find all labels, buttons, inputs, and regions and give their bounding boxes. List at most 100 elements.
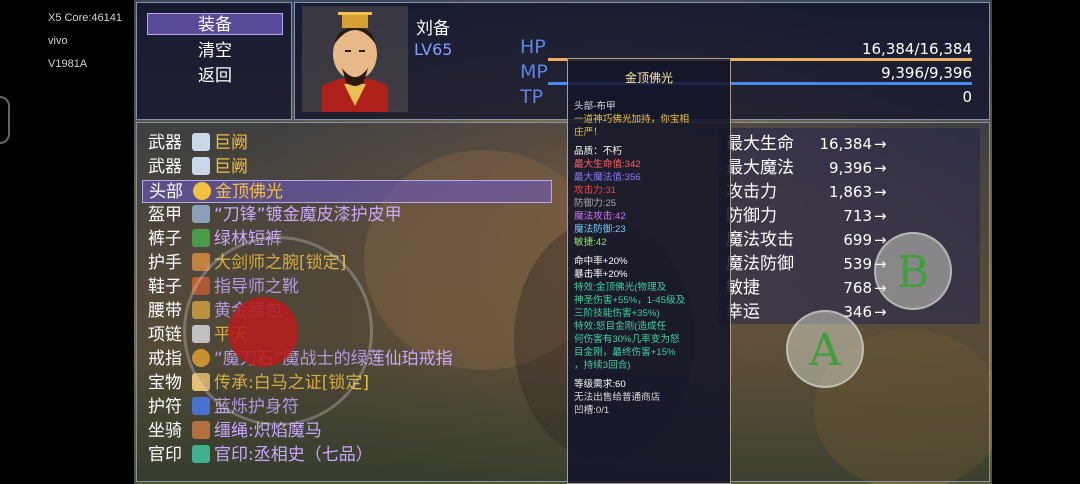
mp-label: MP	[520, 61, 548, 83]
attribute-label: 攻击力	[726, 182, 777, 202]
attribute-value: 768	[843, 279, 872, 297]
mp-value: 9,396/9,396	[881, 64, 972, 82]
tooltip-line: 防御力:25	[574, 198, 617, 209]
equipment-item-name: 金顶佛光	[215, 182, 283, 202]
equipment-slot-label: 头部	[149, 182, 183, 202]
equipment-row[interactable]: 盔甲 “刀锋”镀金魔皮漆护皮甲	[148, 204, 402, 227]
equipment-item-name: 巨阙	[214, 133, 248, 153]
arrow-right-icon: →	[874, 207, 887, 225]
attribute-value: 713	[843, 207, 872, 225]
equipment-item-name: 巨阙	[214, 157, 248, 177]
equipment-row[interactable]: 头部 金顶佛光	[142, 180, 552, 203]
joystick-knob[interactable]	[228, 297, 298, 367]
equipment-slot-label: 宝物	[148, 373, 182, 393]
tooltip-line: 敏捷:42	[574, 237, 607, 248]
tooltip-line: 魔法攻击:42	[574, 211, 626, 222]
clear-button[interactable]: 清空	[147, 40, 283, 62]
attribute-label: 魔法攻击	[726, 230, 794, 250]
tooltip-line: 品质：不朽	[574, 146, 622, 157]
arrow-right-icon: →	[874, 159, 887, 177]
tooltip-line: 何伤害有30%几率变为怒	[574, 334, 680, 345]
equipment-slot-label: 护符	[148, 397, 182, 417]
tooltip-line: 最大魔法值:356	[574, 172, 641, 183]
attribute-row: 防御力 713 →	[726, 205, 982, 227]
tooltip-title: 金顶佛光	[624, 71, 673, 85]
tp-label: TP	[520, 86, 544, 108]
equipment-item-name: “刀锋”镀金魔皮漆护皮甲	[214, 205, 402, 225]
game-screen: 装备 清空 返回 刘备 LV65 HP 16,384/16,384 MP 9,3…	[134, 0, 992, 484]
overlay-line: X5 Core:46141	[48, 12, 122, 24]
attribute-label: 幸运	[726, 302, 760, 322]
attribute-label: 最大生命	[726, 134, 794, 154]
tooltip-line: 庄严！	[574, 127, 603, 138]
side-handle[interactable]	[0, 96, 10, 144]
tooltip-line: 三阶技能伤害+35%)	[574, 308, 660, 319]
equipment-slot-label: 裤子	[148, 229, 182, 249]
armor-icon	[192, 205, 210, 223]
tooltip-line: 头部-布甲	[574, 101, 616, 112]
pants-icon	[192, 229, 210, 247]
virtual-joystick[interactable]	[183, 236, 373, 426]
equipment-row[interactable]: 武器 巨阙	[148, 156, 248, 179]
sword-icon	[192, 157, 210, 175]
tooltip-body: 头部-布甲一道神巧佛光加持，你宝相 庄严！ 品质：不朽最大生命值:342 最大魔法值:…	[574, 100, 724, 417]
arrow-right-icon: →	[874, 303, 887, 321]
tooltip-line: 魔法防御:23	[574, 224, 626, 235]
hp-label: HP	[520, 36, 546, 58]
rein-icon	[192, 421, 210, 439]
attribute-value: 539	[843, 255, 872, 273]
equipment-slot-label: 官印	[148, 445, 182, 465]
equipment-row[interactable]: 官印 官印:丞相史（七品）	[148, 444, 373, 467]
tooltip-line: ，持续3回合)	[574, 360, 631, 371]
tooltip-line: 最大生命值:342	[574, 159, 641, 170]
tooltip-line: 神圣伤害+55%，1-45级及	[574, 295, 686, 306]
equipment-slot-label: 戒指	[148, 349, 182, 369]
tooltip-line: 目金刚，最终伤害+15%	[574, 347, 676, 358]
equip-button[interactable]: 装备	[147, 13, 283, 35]
tooltip-line: 凹槽:0/1	[574, 405, 610, 416]
hp-value: 16,384/16,384	[861, 40, 972, 58]
attribute-value: 9,396	[829, 159, 872, 177]
tooltip-line: 特效:怒目金刚(造成任	[574, 321, 667, 332]
attribute-value: 699	[843, 231, 872, 249]
tooltip-line: 一道神巧佛光加持，你宝相	[574, 114, 690, 125]
tp-value: 0	[962, 88, 972, 106]
tooltip-line: 等级需求:60	[574, 379, 626, 390]
attribute-row: 最大生命 16,384 →	[726, 133, 982, 155]
amulet-icon	[192, 397, 210, 415]
seal-icon	[192, 445, 210, 463]
overlay-line: V1981A	[48, 58, 88, 70]
attribute-label: 防御力	[726, 206, 777, 226]
tooltip-line: 特效:金顶佛光(物理及	[574, 282, 667, 293]
attribute-label: 敏捷	[726, 278, 760, 298]
back-button[interactable]: 返回	[147, 65, 283, 87]
arrow-right-icon: →	[874, 135, 887, 153]
character-portrait	[302, 6, 408, 112]
character-name: 刘备	[416, 19, 450, 39]
arrow-right-icon: →	[874, 183, 887, 201]
equipment-slot-label: 盔甲	[148, 205, 182, 225]
attribute-label: 魔法防御	[726, 254, 794, 274]
attribute-row: 攻击力 1,863 →	[726, 181, 982, 203]
equipment-slot-label: 鞋子	[148, 277, 182, 297]
character-level: LV65	[414, 40, 453, 59]
attribute-value: 16,384	[819, 135, 873, 153]
tooltip-line: 命中率+20%	[574, 256, 628, 267]
attribute-row: 幸运 346 →	[726, 301, 982, 323]
attribute-label: 最大魔法	[726, 158, 794, 178]
attribute-value: 1,863	[829, 183, 872, 201]
equipment-item-name: 官印:丞相史（七品）	[214, 445, 373, 465]
equipment-slot-label: 武器	[148, 157, 182, 177]
tooltip-line: 攻击力:31	[574, 185, 617, 196]
tooltip-line: 暴击率+20%	[574, 269, 628, 280]
a-button[interactable]: A	[786, 310, 864, 388]
equipment-slot-label: 护手	[148, 253, 182, 273]
attribute-row: 最大魔法 9,396 →	[726, 157, 982, 179]
menu-panel: 装备 清空 返回	[136, 2, 292, 120]
overlay-line: vivo	[48, 35, 68, 47]
equipment-row[interactable]: 武器 巨阙	[148, 132, 248, 155]
equipment-slot-label: 武器	[148, 133, 182, 153]
sword-icon	[192, 133, 210, 151]
tooltip-line: 无法出售给普通商店	[574, 392, 661, 403]
b-button[interactable]: B	[874, 232, 952, 310]
